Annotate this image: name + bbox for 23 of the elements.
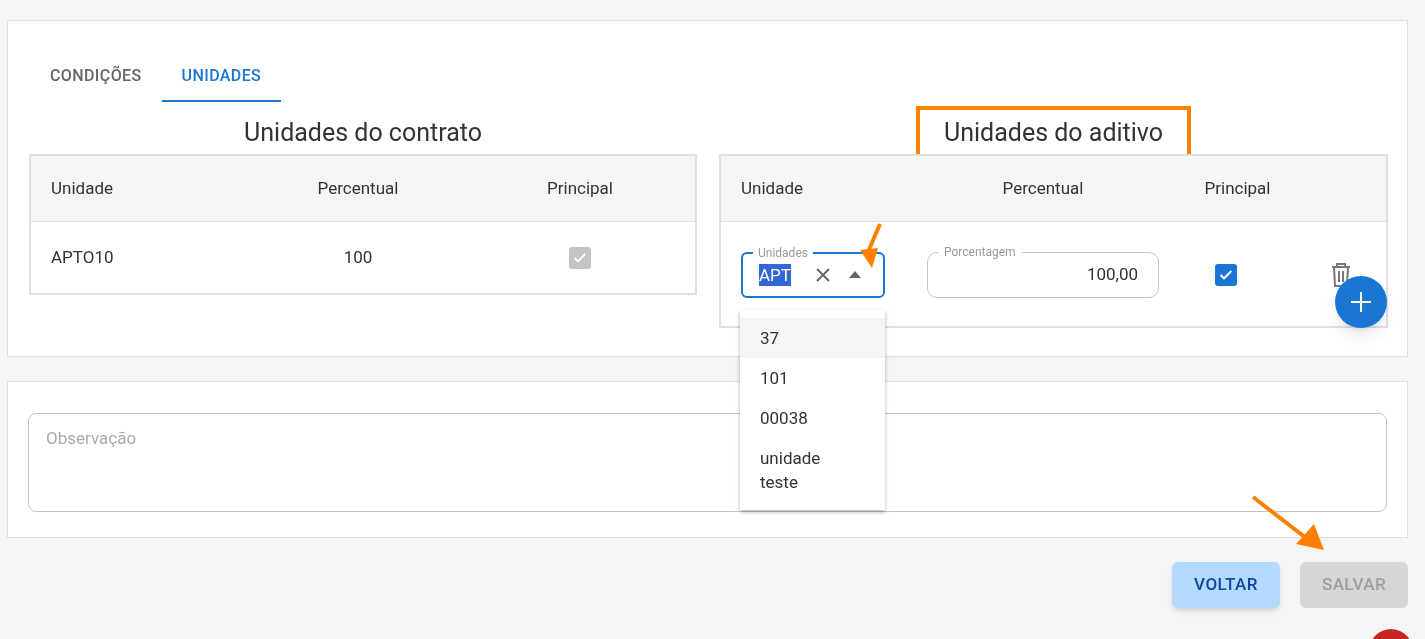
tab[interactable]: UNIDADES bbox=[161, 52, 282, 102]
checkbox[interactable] bbox=[1215, 263, 1237, 286]
section-title: Unidades do contrato bbox=[244, 117, 482, 150]
table-cell-text: 100 bbox=[342, 245, 374, 269]
close-icon[interactable] bbox=[814, 266, 831, 283]
field-value: 100,00 bbox=[1086, 262, 1138, 286]
column-header: Percentual bbox=[316, 176, 400, 200]
trash-icon[interactable] bbox=[1329, 261, 1353, 288]
column-header: Unidade bbox=[740, 176, 804, 200]
column-header: Principal bbox=[1203, 176, 1272, 200]
table-cell-text: APTO10 bbox=[50, 245, 115, 269]
dropdown-option[interactable]: unidade teste bbox=[740, 438, 885, 502]
action-button[interactable]: VOLTAR bbox=[1172, 562, 1280, 608]
column-header: Principal bbox=[546, 176, 614, 200]
plus-icon bbox=[1350, 291, 1372, 313]
field-value: APT bbox=[759, 263, 791, 286]
tab[interactable]: CONDIÇÕES bbox=[30, 52, 162, 102]
column-header: Unidade bbox=[50, 176, 114, 200]
add-button[interactable] bbox=[1335, 276, 1387, 328]
caret-up-icon[interactable] bbox=[848, 271, 861, 278]
column-header: Percentual bbox=[1001, 176, 1085, 200]
dropdown-option[interactable]: 101 bbox=[740, 358, 885, 398]
dropdown-option[interactable]: 37 bbox=[740, 318, 885, 358]
